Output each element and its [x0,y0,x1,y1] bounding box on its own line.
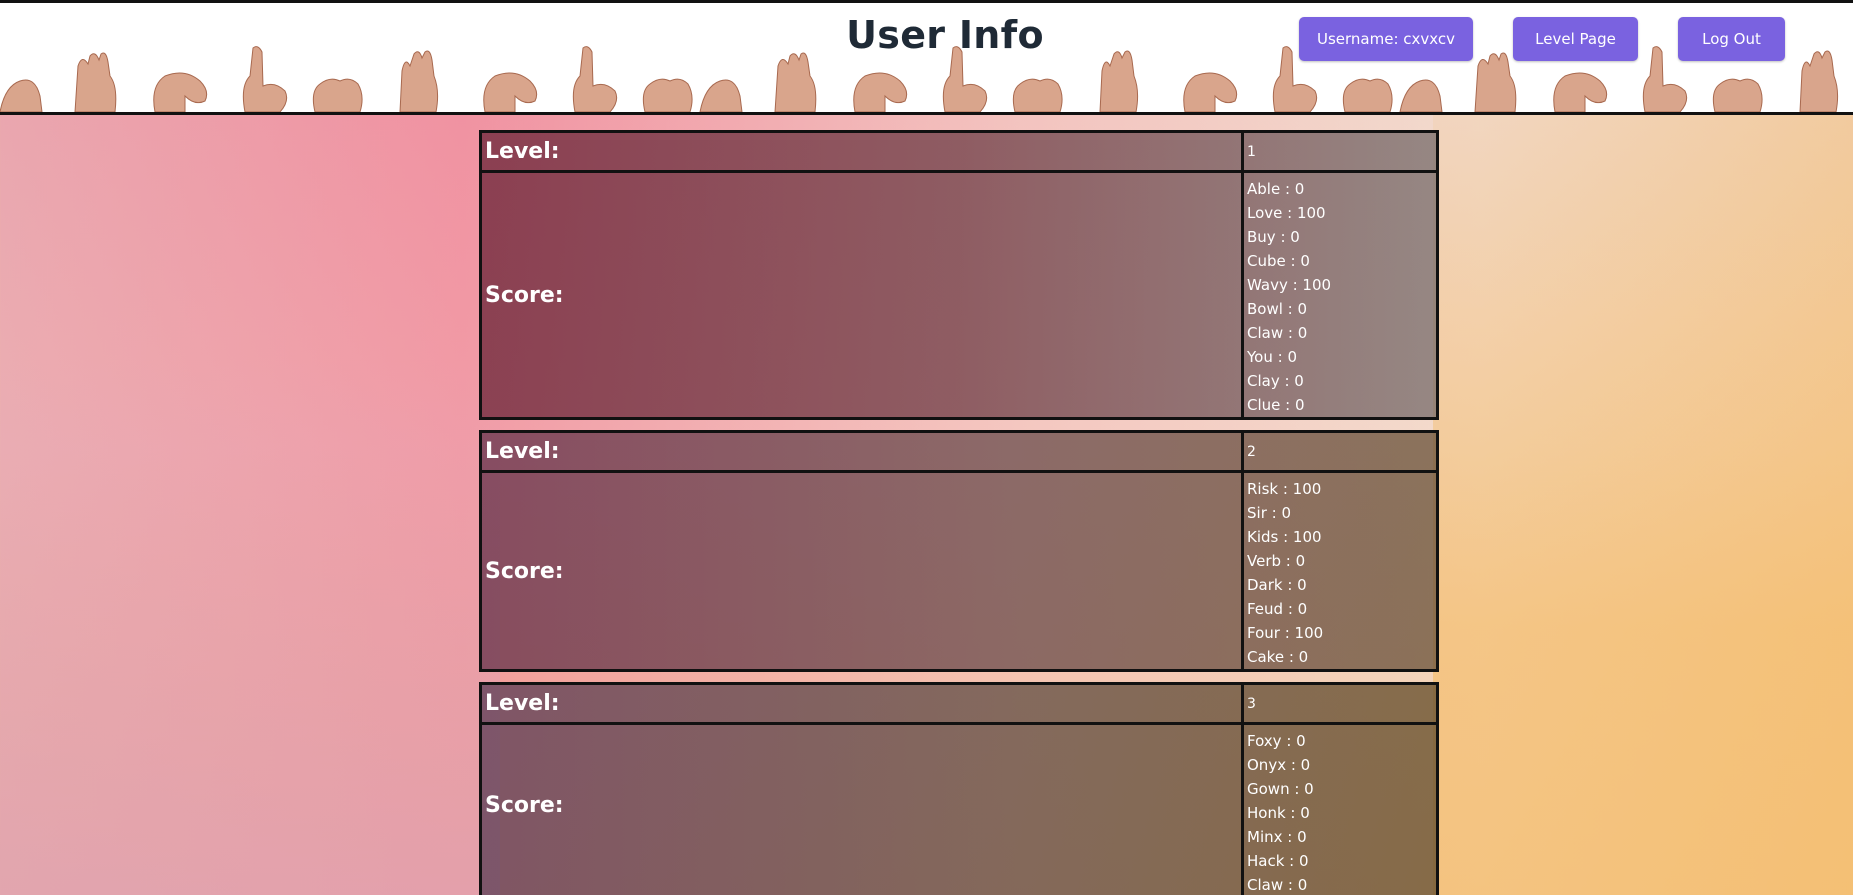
score-label: Score: [482,725,1244,895]
score-item: Four : 100 [1247,624,1324,642]
level-value: 3 [1247,695,1256,712]
level-table-3: Level: 3 Score: Foxy : 0 Onyx : 0 Gown :… [479,682,1439,895]
score-item: Minx : 0 [1247,828,1307,846]
log-out-button[interactable]: Log Out [1678,17,1785,61]
level-row: Level: 1 [482,133,1436,173]
score-item: Wavy : 100 [1247,276,1332,294]
level-label: Level: [482,685,1244,722]
score-item: Clay : 0 [1247,372,1304,390]
score-item: Onyx : 0 [1247,756,1311,774]
score-item: Risk : 100 [1247,480,1322,498]
level-table-2: Level: 2 Score: Risk : 100 Sir : 0 Kids … [479,430,1439,672]
level-page-button[interactable]: Level Page [1513,17,1638,61]
level-table-1: Level: 1 Score: Able : 0 Love : 100 Buy … [479,130,1439,420]
score-item: Kids : 100 [1247,528,1322,546]
score-item: Dark : 0 [1247,576,1307,594]
score-item: Love : 100 [1247,204,1326,222]
score-list: Foxy : 0 Onyx : 0 Gown : 0 Honk : 0 Minx… [1244,725,1436,895]
score-item: Clue : 0 [1247,396,1305,414]
score-row: Score: Able : 0 Love : 100 Buy : 0 Cube … [482,173,1436,417]
score-list: Risk : 100 Sir : 0 Kids : 100 Verb : 0 D… [1244,473,1436,669]
score-item: You : 0 [1247,348,1297,366]
score-item: Cake : 0 [1247,648,1309,666]
score-item: Foxy : 0 [1247,732,1306,750]
score-item: Cube : 0 [1247,252,1310,270]
level-row: Level: 3 [482,685,1436,725]
score-item: Claw : 0 [1247,324,1308,342]
score-item: Claw : 0 [1247,876,1308,894]
username-button[interactable]: Username: cxvxcv [1299,17,1473,61]
level-value: 2 [1247,443,1256,460]
background-gradient-right [1433,0,1853,895]
score-item: Sir : 0 [1247,504,1291,522]
score-item: Able : 0 [1247,180,1305,198]
score-list: Able : 0 Love : 100 Buy : 0 Cube : 0 Wav… [1244,173,1436,417]
level-value: 1 [1247,143,1256,160]
score-row: Score: Foxy : 0 Onyx : 0 Gown : 0 Honk :… [482,725,1436,895]
score-item: Honk : 0 [1247,804,1310,822]
score-item: Verb : 0 [1247,552,1306,570]
score-item: Bowl : 0 [1247,300,1308,318]
level-label: Level: [482,433,1244,470]
background-gradient-left [0,0,500,895]
level-row: Level: 2 [482,433,1436,473]
score-label: Score: [482,473,1244,669]
score-label: Score: [482,173,1244,417]
score-row: Score: Risk : 100 Sir : 0 Kids : 100 Ver… [482,473,1436,669]
score-item: Buy : 0 [1247,228,1300,246]
header-bar: User Info Username: cxvxcv Level Page Lo… [0,0,1853,115]
score-item: Hack : 0 [1247,852,1309,870]
score-item: Feud : 0 [1247,600,1308,618]
score-item: Gown : 0 [1247,780,1314,798]
level-label: Level: [482,133,1244,170]
